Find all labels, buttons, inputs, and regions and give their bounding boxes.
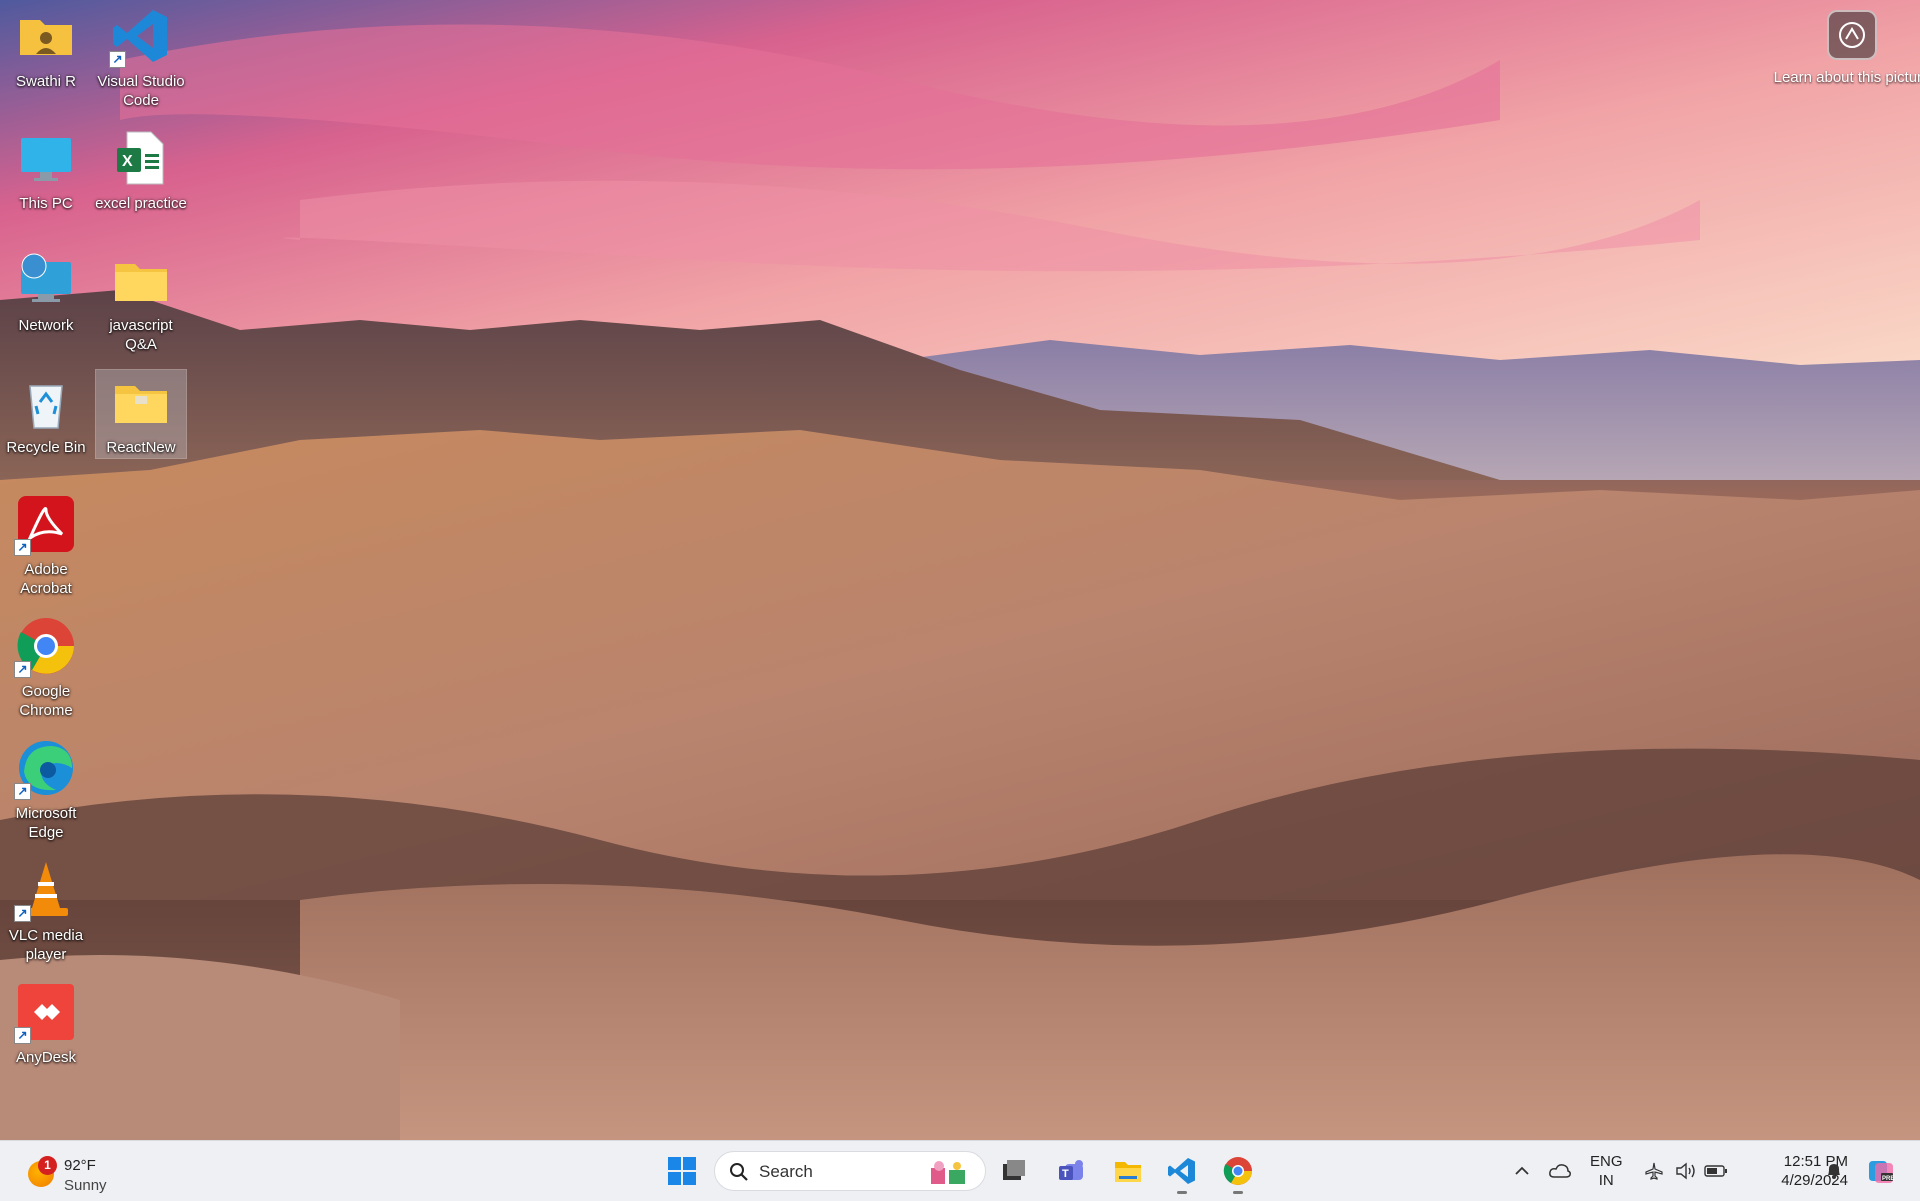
user-folder-icon bbox=[16, 6, 76, 66]
desktop-icon-label: This PC bbox=[19, 195, 73, 212]
running-indicator bbox=[1233, 1191, 1243, 1194]
show-hidden-icons-button[interactable] bbox=[1510, 1159, 1534, 1183]
file-explorer-icon bbox=[1115, 1162, 1141, 1182]
monitor-icon bbox=[16, 128, 76, 188]
battery-button[interactable] bbox=[1704, 1159, 1728, 1183]
search-icon bbox=[730, 1163, 748, 1181]
start-button[interactable] bbox=[658, 1147, 706, 1195]
weather-condition: Sunny bbox=[64, 1177, 107, 1194]
weather-widget[interactable]: 1 92°F Sunny bbox=[22, 1149, 122, 1194]
shortcut-arrow-icon: ↗ bbox=[14, 783, 31, 800]
desktop-icon-label: javascript Q&A bbox=[109, 317, 173, 353]
network-icon bbox=[16, 250, 76, 310]
language-code: ENG bbox=[1590, 1153, 1623, 1170]
desktop-icon-microsoft-edge[interactable]: ↗ Microsoft Edge bbox=[1, 732, 91, 850]
desktop-wallpaper bbox=[0, 0, 1920, 1140]
desktop-icon-excel-practice[interactable]: X excel practice bbox=[95, 122, 187, 240]
svg-text:PRE: PRE bbox=[1882, 1176, 1894, 1182]
copilot-icon: PRE bbox=[1869, 1161, 1894, 1183]
task-view-button[interactable] bbox=[990, 1147, 1038, 1195]
shortcut-arrow-icon: ↗ bbox=[14, 661, 31, 678]
svg-text:X: X bbox=[122, 153, 133, 170]
desktop-icon-label: Adobe Acrobat bbox=[20, 561, 72, 597]
copilot-button[interactable]: PRE bbox=[1866, 1156, 1896, 1186]
shortcut-arrow-icon: ↗ bbox=[14, 1027, 31, 1044]
svg-text:T: T bbox=[1062, 1168, 1069, 1180]
teams-icon: T bbox=[1059, 1160, 1083, 1180]
vscode-taskbar-button[interactable] bbox=[1158, 1147, 1206, 1195]
airplane-icon bbox=[1645, 1162, 1663, 1180]
desktop-icon-javascript-qa[interactable]: javascript Q&A bbox=[96, 244, 186, 362]
taskbar: 1 92°F Sunny Search T ENG IN 12:51 PM 4/… bbox=[0, 1140, 1920, 1201]
desktop-icon-label: Visual Studio Code bbox=[97, 73, 185, 109]
shortcut-arrow-icon: ↗ bbox=[14, 539, 31, 556]
language-indicator[interactable]: ENG IN bbox=[1590, 1152, 1623, 1190]
region-code: IN bbox=[1598, 1172, 1614, 1189]
weather-temperature: 92°F bbox=[64, 1157, 96, 1174]
desktop-icon-label: ReactNew bbox=[106, 439, 176, 456]
chrome-icon: ↗ bbox=[14, 616, 76, 678]
desktop-icon-label: Recycle Bin bbox=[6, 439, 86, 456]
chrome-taskbar-button[interactable] bbox=[1214, 1147, 1262, 1195]
windows-logo-icon bbox=[668, 1157, 696, 1185]
desktop-icon-network[interactable]: Network bbox=[1, 244, 91, 362]
camera-aperture-icon bbox=[1827, 10, 1877, 60]
bell-icon bbox=[1828, 1164, 1840, 1179]
excel-icon: X bbox=[111, 128, 171, 188]
vscode-icon bbox=[1168, 1158, 1195, 1184]
desktop-icon-label: Microsoft Edge bbox=[15, 805, 77, 841]
taskbar-search[interactable]: Search bbox=[714, 1151, 986, 1191]
folder-icon bbox=[111, 372, 171, 432]
folder-icon bbox=[111, 250, 171, 310]
desktop-icon-label: AnyDesk bbox=[15, 1049, 77, 1066]
task-view-icon bbox=[1003, 1160, 1025, 1180]
anydesk-icon: ↗ bbox=[14, 982, 76, 1044]
teams-button[interactable]: T bbox=[1048, 1147, 1096, 1195]
learn-about-this-picture[interactable]: Learn about this picture bbox=[1766, 10, 1920, 87]
volume-button[interactable] bbox=[1674, 1159, 1698, 1183]
desktop-icon-anydesk[interactable]: ↗ AnyDesk bbox=[1, 976, 91, 1094]
desktop-icon-swathi-r[interactable]: Swathi R bbox=[1, 0, 91, 118]
desktop-icon-this-pc[interactable]: This PC bbox=[1, 122, 91, 240]
recycle-bin-icon bbox=[16, 372, 76, 432]
search-placeholder: Search bbox=[759, 1162, 813, 1181]
desktop-icon-recycle-bin[interactable]: Recycle Bin bbox=[1, 366, 91, 484]
vscode-icon: ↗ bbox=[109, 6, 171, 68]
desktop-icon-label: Google Chrome bbox=[19, 683, 73, 719]
desktop-icon-google-chrome[interactable]: ↗ Google Chrome bbox=[1, 610, 91, 728]
desktop-icon-adobe-acrobat[interactable]: ↗ Adobe Acrobat bbox=[1, 488, 91, 606]
running-indicator bbox=[1177, 1191, 1187, 1194]
notifications-button[interactable] bbox=[1822, 1159, 1846, 1183]
vlc-icon: ↗ bbox=[14, 860, 76, 922]
search-highlight-icon bbox=[931, 1161, 965, 1184]
edge-icon: ↗ bbox=[14, 738, 76, 800]
chrome-icon bbox=[1223, 1157, 1252, 1185]
airplane-mode-button[interactable] bbox=[1642, 1159, 1666, 1183]
desktop-icon-label: Swathi R bbox=[15, 73, 77, 90]
acrobat-icon: ↗ bbox=[14, 494, 76, 556]
shortcut-arrow-icon: ↗ bbox=[14, 905, 31, 922]
onedrive-button[interactable] bbox=[1548, 1159, 1572, 1183]
learn-about-label: Learn about this picture bbox=[1773, 69, 1920, 86]
desktop-icon-vscode[interactable]: ↗ Visual Studio Code bbox=[96, 0, 186, 118]
wallpaper-landscape bbox=[0, 0, 1920, 1140]
desktop-icon-vlc[interactable]: ↗ VLC media player bbox=[1, 854, 91, 972]
desktop-icon-label: excel practice bbox=[95, 195, 187, 212]
notification-badge: 1 bbox=[38, 1156, 57, 1175]
chevron-up-icon bbox=[1515, 1166, 1529, 1175]
desktop-icon-reactnew[interactable]: ReactNew bbox=[95, 369, 187, 459]
speaker-icon bbox=[1676, 1162, 1695, 1180]
shortcut-arrow-icon: ↗ bbox=[109, 51, 126, 68]
battery-icon bbox=[1704, 1165, 1727, 1177]
desktop-icon-label: Network bbox=[18, 317, 74, 334]
cloud-icon bbox=[1549, 1164, 1571, 1178]
file-explorer-button[interactable] bbox=[1104, 1147, 1152, 1195]
desktop-icon-label: VLC media player bbox=[8, 927, 84, 963]
